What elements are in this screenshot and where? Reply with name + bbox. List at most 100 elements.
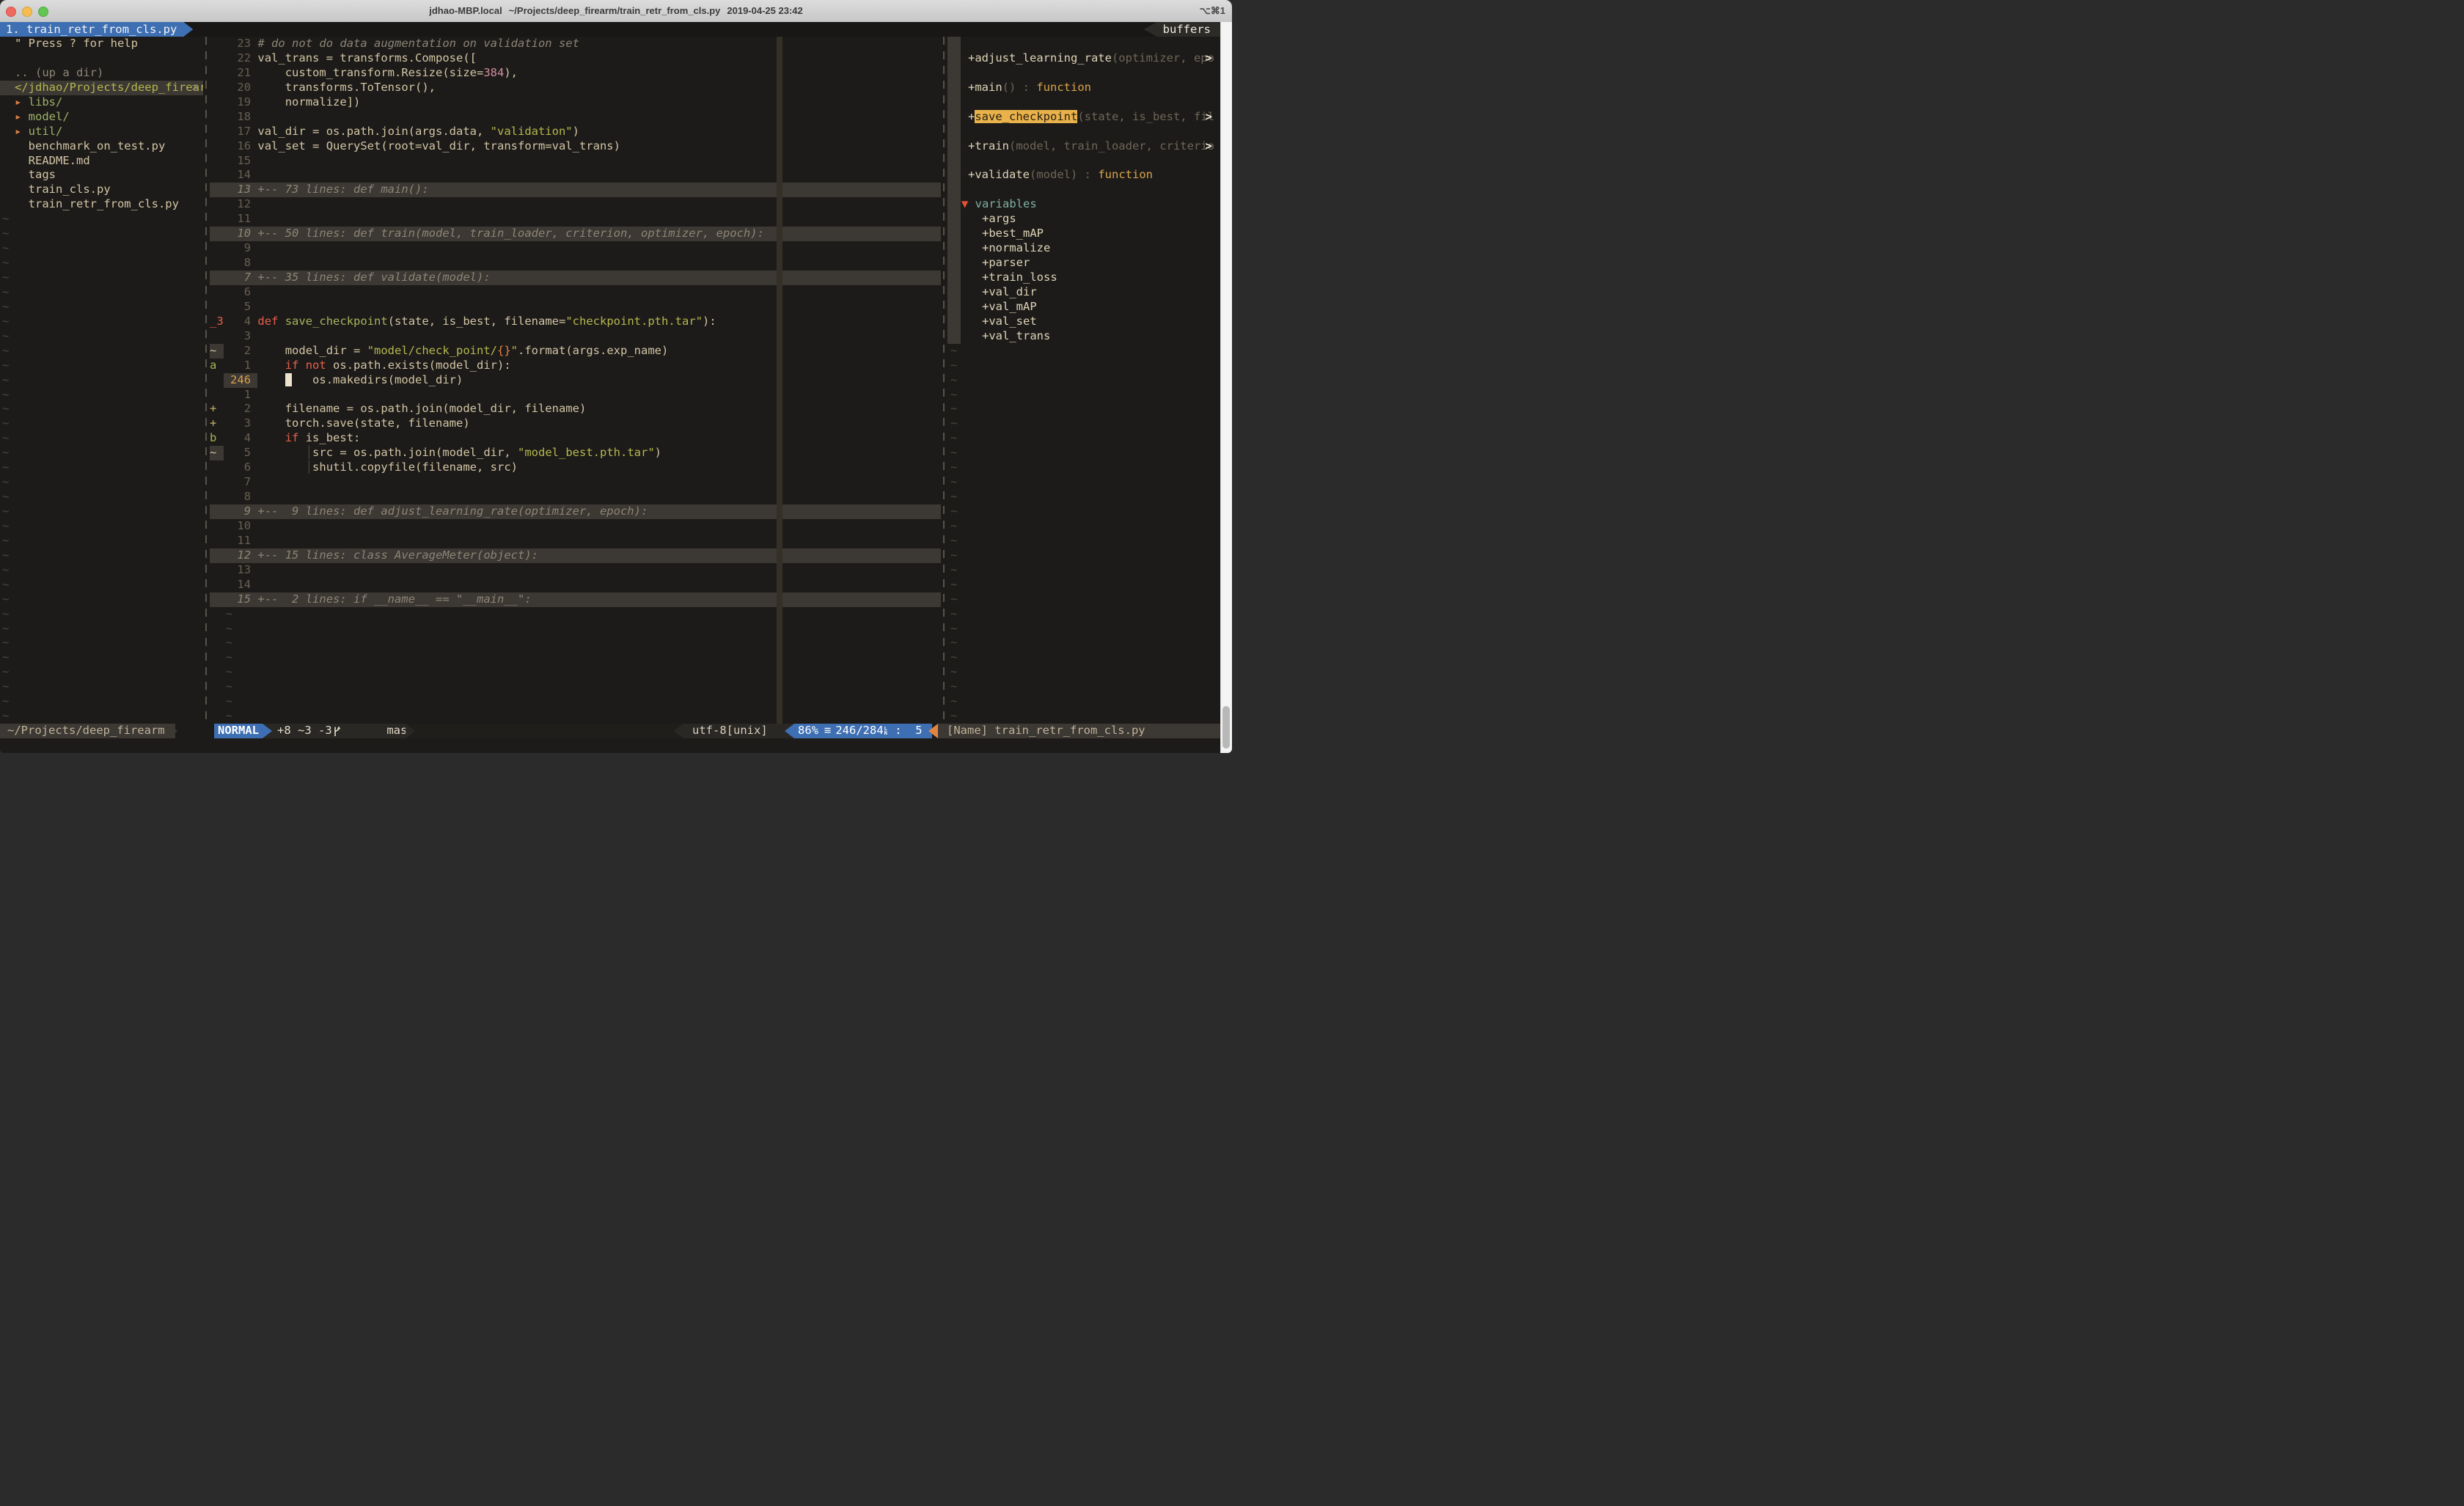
tree-item-util[interactable]: ▸ util/ — [0, 125, 203, 139]
empty-line: ~ — [947, 446, 1221, 460]
empty-line: ~ — [947, 504, 1221, 519]
code-line[interactable]: 1 — [210, 388, 941, 403]
code-line[interactable]: 18 — [210, 110, 941, 125]
tree-item-libs[interactable]: ▸ libs/ — [0, 95, 203, 110]
tree-item-tags[interactable]: tags — [0, 168, 203, 183]
code-line[interactable]: 7 — [210, 475, 941, 490]
tab-train-retr-from-cls[interactable]: 1. train_retr_from_cls.py — [0, 22, 193, 37]
scrollbar-track[interactable] — [1220, 22, 1232, 753]
empty-line: ~ — [947, 563, 1221, 578]
code-line[interactable]: 6 — [210, 285, 941, 300]
tree-item-readme[interactable]: README.md — [0, 154, 203, 169]
empty-line: ~ — [0, 227, 203, 241]
tree-item-train-cls[interactable]: train_cls.py — [0, 183, 203, 197]
code-line[interactable]: 8 — [210, 256, 941, 271]
tag-normalize[interactable]: +normalize — [947, 241, 1221, 256]
code-line[interactable]: a 1 if not os.path.exists(model_dir): — [210, 359, 941, 373]
tag-kind-variables[interactable]: ▼ variables — [947, 197, 1221, 212]
empty-line: ~ — [0, 519, 203, 534]
code-line[interactable]: 5 — [210, 300, 941, 315]
code-line[interactable]: 21 custom_transform.Resize(size=384), — [210, 66, 941, 81]
code-line[interactable]: 12 — [210, 197, 941, 212]
tag-train-loss[interactable]: +train_loss — [947, 271, 1221, 285]
tag-line[interactable] — [947, 37, 1221, 51]
code-line[interactable]: 3 — [210, 329, 941, 344]
buffers-label: buffers — [1144, 22, 1221, 37]
tag-line[interactable] — [947, 154, 1221, 169]
empty-line: ~ — [947, 622, 1221, 636]
tree-item-model[interactable]: ▸ model/ — [0, 110, 203, 125]
color-column — [777, 37, 782, 724]
code-line[interactable]: b 4 if is_best: — [210, 431, 941, 446]
empty-line: ~ — [947, 475, 1221, 490]
tag-val-trans[interactable]: +val_trans — [947, 329, 1221, 344]
code-line[interactable]: 19 normalize]) — [210, 95, 941, 110]
tag-main[interactable]: +main() : function — [947, 81, 1221, 95]
code-line[interactable]: + 2 filename = os.path.join(model_dir, f… — [210, 402, 941, 416]
fold-line-adjust-lr[interactable]: 9 +-- 9 lines: def adjust_learning_rate(… — [210, 504, 941, 519]
empty-line: ~ — [210, 650, 941, 665]
tag-val-mAP[interactable]: +val_mAP — [947, 300, 1221, 315]
tabline: 1. train_retr_from_cls.py buffers — [0, 22, 1232, 37]
fold-line-main-guard[interactable]: 15 +-- 2 lines: if __name__ == "__main__… — [210, 592, 941, 607]
code-line[interactable]: 14 — [210, 578, 941, 592]
tag-adjust-learning-rate[interactable]: +adjust_learning_rate(optimizer, epo> — [947, 51, 1221, 66]
code-line[interactable]: 23 # do not do data augmentation on vali… — [210, 37, 941, 51]
statusline-git-segment: +8 ~3 -3 master — [263, 724, 420, 738]
empty-line: ~ — [0, 490, 203, 504]
tag-val-dir[interactable]: +val_dir — [947, 285, 1221, 300]
fold-line-train[interactable]: 10 +-- 50 lines: def train(model, train_… — [210, 227, 941, 241]
window-separator-right[interactable] — [943, 37, 945, 724]
code-line[interactable]: 14 — [210, 168, 941, 183]
tag-train[interactable]: +train(model, train_loader, criterio> — [947, 139, 1221, 154]
code-line[interactable]: 8 — [210, 490, 941, 504]
titlebar[interactable]: jdhao-MBP.local~/Projects/deep_firearm/t… — [0, 0, 1232, 23]
tag-line[interactable] — [947, 95, 1221, 110]
list-icon: ≡ — [824, 724, 831, 738]
tag-line[interactable] — [947, 183, 1221, 197]
empty-line: ~ — [947, 636, 1221, 650]
tree-root[interactable]: </jdhao/Projects/deep_firear> — [0, 81, 203, 95]
empty-line: ~ — [0, 212, 203, 227]
tag-parser[interactable]: +parser — [947, 256, 1221, 271]
empty-line: ~ — [210, 607, 941, 622]
fold-line-validate[interactable]: 7 +-- 35 lines: def validate(model): — [210, 271, 941, 285]
tag-args[interactable]: +args — [947, 212, 1221, 227]
empty-line: ~ — [0, 709, 203, 724]
cursor-line[interactable]: 246 os.makedirs(model_dir) — [210, 373, 941, 388]
cursor-column: : 5 — [888, 724, 923, 738]
code-line[interactable]: 22 val_trans = transforms.Compose([ — [210, 51, 941, 66]
code-line[interactable]: 20 transforms.ToTensor(), — [210, 81, 941, 95]
empty-line: ~ — [947, 709, 1221, 724]
tree-item-benchmark[interactable]: benchmark_on_test.py — [0, 139, 203, 154]
code-line[interactable]: 13 — [210, 563, 941, 578]
code-line[interactable]: _3 4 def save_checkpoint(state, is_best,… — [210, 315, 941, 329]
code-line[interactable]: 10 — [210, 519, 941, 534]
code-line[interactable]: 11 — [210, 212, 941, 227]
code-line[interactable]: ~ 2 model_dir = "model/check_point/{}".f… — [210, 344, 941, 359]
command-line[interactable] — [0, 738, 1232, 753]
tree-up-dir[interactable]: .. (up a dir) — [0, 66, 203, 81]
code-line[interactable]: ~ 5 │src = os.path.join(model_dir, "mode… — [210, 446, 941, 460]
code-line[interactable]: 17 val_dir = os.path.join(args.data, "va… — [210, 125, 941, 139]
tag-line[interactable] — [947, 125, 1221, 139]
tag-val-set[interactable]: +val_set — [947, 315, 1221, 329]
code-line[interactable]: 16 val_set = QuerySet(root=val_dir, tran… — [210, 139, 941, 154]
tag-line[interactable] — [947, 66, 1221, 81]
code-line[interactable]: 6 │shutil.copyfile(filename, src) — [210, 460, 941, 475]
fold-line-main[interactable]: 13 +-- 73 lines: def main(): — [210, 183, 941, 197]
code-line[interactable]: 11 — [210, 534, 941, 548]
tag-save-checkpoint[interactable]: +save_checkpoint(state, is_best, fil> — [947, 110, 1221, 125]
empty-line: ~ — [0, 578, 203, 592]
tag-validate[interactable]: +validate(model) : function — [947, 168, 1221, 183]
tree-line[interactable] — [0, 51, 203, 66]
code-line[interactable]: 15 — [210, 154, 941, 169]
code-line[interactable]: 9 — [210, 241, 941, 256]
fold-line-averagemeter[interactable]: 12 +-- 15 lines: class AverageMeter(obje… — [210, 548, 941, 563]
empty-line: ~ — [0, 359, 203, 373]
code-line[interactable]: + 3 torch.save(state, filename) — [210, 416, 941, 431]
window-separator-left[interactable] — [205, 37, 207, 724]
scrollbar-thumb[interactable] — [1222, 706, 1230, 749]
tag-best-mAP[interactable]: +best_mAP — [947, 227, 1221, 241]
tree-item-train-retr[interactable]: train_retr_from_cls.py — [0, 197, 203, 212]
